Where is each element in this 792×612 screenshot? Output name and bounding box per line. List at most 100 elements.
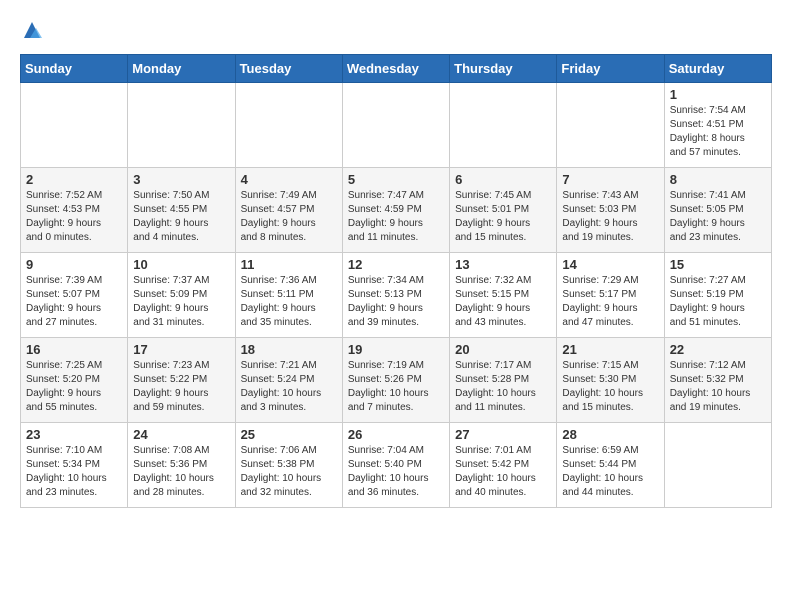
day-info: Sunrise: 7:52 AM Sunset: 4:53 PM Dayligh…: [26, 189, 122, 245]
calendar-cell: [664, 423, 771, 508]
day-number: 5: [348, 172, 444, 187]
day-info: Sunrise: 7:25 AM Sunset: 5:20 PM Dayligh…: [26, 359, 122, 415]
calendar-cell: 1Sunrise: 7:54 AM Sunset: 4:51 PM Daylig…: [664, 83, 771, 168]
day-number: 6: [455, 172, 551, 187]
calendar-cell: 12Sunrise: 7:34 AM Sunset: 5:13 PM Dayli…: [342, 253, 449, 338]
day-number: 24: [133, 427, 229, 442]
day-info: Sunrise: 7:12 AM Sunset: 5:32 PM Dayligh…: [670, 359, 766, 415]
day-number: 13: [455, 257, 551, 272]
calendar-cell: 10 Sunrise: 7:37 AM Sunset: 5:09 PM Dayli…: [128, 253, 235, 338]
day-number: 14: [562, 257, 658, 272]
day-info: Sunrise: 6:59 AM Sunset: 5:44 PM Dayligh…: [562, 444, 658, 500]
calendar-cell: [21, 83, 128, 168]
calendar-cell: 14 Sunrise: 7:29 AM Sunset: 5:17 PM Dayli…: [557, 253, 664, 338]
calendar-cell: 7 Sunrise: 7:43 AM Sunset: 5:03 PM Daylig…: [557, 168, 664, 253]
day-number: 4: [241, 172, 337, 187]
calendar-cell: [235, 83, 342, 168]
day-number: 17: [133, 342, 229, 357]
day-number: 23: [26, 427, 122, 442]
calendar-cell: 25 Sunrise: 7:06 AM Sunset: 5:38 PM Dayli…: [235, 423, 342, 508]
day-info: Sunrise: 7:21 AM Sunset: 5:24 PM Dayligh…: [241, 359, 337, 415]
day-info: Sunrise: 7:04 AM Sunset: 5:40 PM Dayligh…: [348, 444, 444, 500]
day-info: Sunrise: 7:50 AM Sunset: 4:55 PM Dayligh…: [133, 189, 229, 245]
logo: [20, 20, 48, 44]
day-number: 3: [133, 172, 229, 187]
page-header: [20, 20, 772, 44]
day-info: Sunrise: 7:34 AM Sunset: 5:13 PM Dayligh…: [348, 274, 444, 330]
day-info: Sunrise: 7:43 AM Sunset: 5:03 PM Dayligh…: [562, 189, 658, 245]
day-number: 11: [241, 257, 337, 272]
calendar-cell: [342, 83, 449, 168]
day-number: 1: [670, 87, 766, 102]
calendar-cell: 26 Sunrise: 7:04 AM Sunset: 5:40 PM Dayli…: [342, 423, 449, 508]
calendar-cell: 6 Sunrise: 7:45 AM Sunset: 5:01 PM Daylig…: [450, 168, 557, 253]
calendar-cell: 5Sunrise: 7:47 AM Sunset: 4:59 PM Daylig…: [342, 168, 449, 253]
calendar-cell: 3 Sunrise: 7:50 AM Sunset: 4:55 PM Daylig…: [128, 168, 235, 253]
day-info: Sunrise: 7:29 AM Sunset: 5:17 PM Dayligh…: [562, 274, 658, 330]
calendar-cell: 8 Sunrise: 7:41 AM Sunset: 5:05 PM Daylig…: [664, 168, 771, 253]
calendar-cell: [128, 83, 235, 168]
calendar-cell: 13 Sunrise: 7:32 AM Sunset: 5:15 PM Dayli…: [450, 253, 557, 338]
weekday-header: Tuesday: [235, 55, 342, 83]
day-info: Sunrise: 7:06 AM Sunset: 5:38 PM Dayligh…: [241, 444, 337, 500]
day-number: 22: [670, 342, 766, 357]
day-number: 10: [133, 257, 229, 272]
day-info: Sunrise: 7:39 AM Sunset: 5:07 PM Dayligh…: [26, 274, 122, 330]
day-info: Sunrise: 7:27 AM Sunset: 5:19 PM Dayligh…: [670, 274, 766, 330]
day-info: Sunrise: 7:37 AM Sunset: 5:09 PM Dayligh…: [133, 274, 229, 330]
weekday-header-row: SundayMondayTuesdayWednesdayThursdayFrid…: [21, 55, 772, 83]
calendar-cell: 23 Sunrise: 7:10 AM Sunset: 5:34 PM Dayli…: [21, 423, 128, 508]
day-info: Sunrise: 7:32 AM Sunset: 5:15 PM Dayligh…: [455, 274, 551, 330]
calendar-week-row: 2 Sunrise: 7:52 AM Sunset: 4:53 PM Daylig…: [21, 168, 772, 253]
calendar-cell: 20 Sunrise: 7:17 AM Sunset: 5:28 PM Dayli…: [450, 338, 557, 423]
day-number: 9: [26, 257, 122, 272]
day-number: 15: [670, 257, 766, 272]
calendar-cell: 22 Sunrise: 7:12 AM Sunset: 5:32 PM Dayli…: [664, 338, 771, 423]
day-number: 26: [348, 427, 444, 442]
day-number: 8: [670, 172, 766, 187]
calendar-week-row: 16 Sunrise: 7:25 AM Sunset: 5:20 PM Dayli…: [21, 338, 772, 423]
day-number: 21: [562, 342, 658, 357]
calendar-cell: 24 Sunrise: 7:08 AM Sunset: 5:36 PM Dayli…: [128, 423, 235, 508]
day-info: Sunrise: 7:08 AM Sunset: 5:36 PM Dayligh…: [133, 444, 229, 500]
calendar-cell: 16 Sunrise: 7:25 AM Sunset: 5:20 PM Dayli…: [21, 338, 128, 423]
day-info: Sunrise: 7:49 AM Sunset: 4:57 PM Dayligh…: [241, 189, 337, 245]
calendar-cell: 2 Sunrise: 7:52 AM Sunset: 4:53 PM Daylig…: [21, 168, 128, 253]
calendar-cell: 4 Sunrise: 7:49 AM Sunset: 4:57 PM Daylig…: [235, 168, 342, 253]
day-info: Sunrise: 7:15 AM Sunset: 5:30 PM Dayligh…: [562, 359, 658, 415]
day-number: 25: [241, 427, 337, 442]
day-info: Sunrise: 7:41 AM Sunset: 5:05 PM Dayligh…: [670, 189, 766, 245]
calendar-cell: 17 Sunrise: 7:23 AM Sunset: 5:22 PM Dayli…: [128, 338, 235, 423]
calendar-cell: 9 Sunrise: 7:39 AM Sunset: 5:07 PM Daylig…: [21, 253, 128, 338]
day-info: Sunrise: 7:23 AM Sunset: 5:22 PM Dayligh…: [133, 359, 229, 415]
day-info: Sunrise: 7:45 AM Sunset: 5:01 PM Dayligh…: [455, 189, 551, 245]
calendar-cell: 21 Sunrise: 7:15 AM Sunset: 5:30 PM Dayli…: [557, 338, 664, 423]
weekday-header: Friday: [557, 55, 664, 83]
day-number: 18: [241, 342, 337, 357]
calendar-cell: 27 Sunrise: 7:01 AM Sunset: 5:42 PM Dayli…: [450, 423, 557, 508]
day-info: Sunrise: 7:17 AM Sunset: 5:28 PM Dayligh…: [455, 359, 551, 415]
day-number: 27: [455, 427, 551, 442]
day-info: Sunrise: 7:10 AM Sunset: 5:34 PM Dayligh…: [26, 444, 122, 500]
calendar-week-row: 1Sunrise: 7:54 AM Sunset: 4:51 PM Daylig…: [21, 83, 772, 168]
calendar-table: SundayMondayTuesdayWednesdayThursdayFrid…: [20, 54, 772, 508]
day-info: Sunrise: 7:19 AM Sunset: 5:26 PM Dayligh…: [348, 359, 444, 415]
calendar-cell: 19 Sunrise: 7:19 AM Sunset: 5:26 PM Dayli…: [342, 338, 449, 423]
day-number: 7: [562, 172, 658, 187]
calendar-cell: [557, 83, 664, 168]
weekday-header: Thursday: [450, 55, 557, 83]
calendar-cell: [450, 83, 557, 168]
weekday-header: Monday: [128, 55, 235, 83]
logo-icon: [20, 20, 44, 44]
day-number: 2: [26, 172, 122, 187]
day-number: 28: [562, 427, 658, 442]
day-info: Sunrise: 7:01 AM Sunset: 5:42 PM Dayligh…: [455, 444, 551, 500]
calendar-week-row: 9 Sunrise: 7:39 AM Sunset: 5:07 PM Daylig…: [21, 253, 772, 338]
day-number: 20: [455, 342, 551, 357]
day-number: 16: [26, 342, 122, 357]
weekday-header: Wednesday: [342, 55, 449, 83]
calendar-cell: 11Sunrise: 7:36 AM Sunset: 5:11 PM Dayli…: [235, 253, 342, 338]
weekday-header: Sunday: [21, 55, 128, 83]
day-number: 19: [348, 342, 444, 357]
calendar-week-row: 23 Sunrise: 7:10 AM Sunset: 5:34 PM Dayli…: [21, 423, 772, 508]
